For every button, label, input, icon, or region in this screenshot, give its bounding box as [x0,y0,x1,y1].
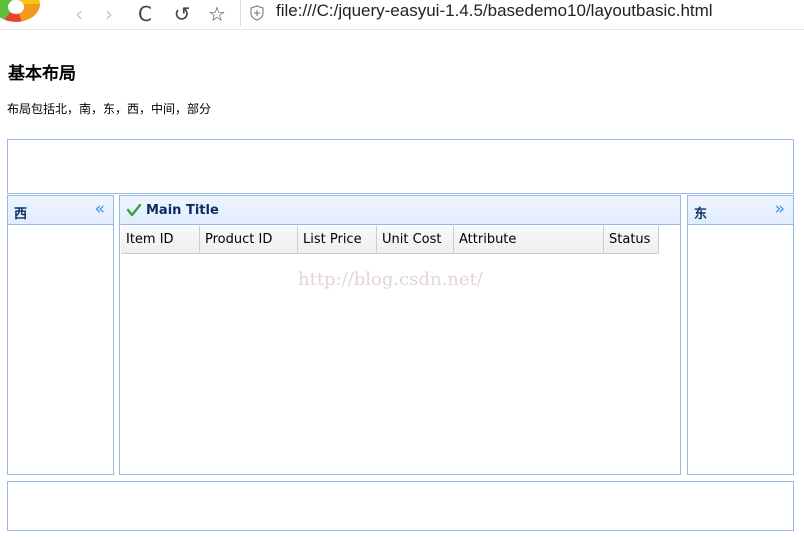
address-separator [240,0,241,26]
layout-east-region: 东 » [687,195,794,475]
address-bar-url[interactable]: file:///C:/jquery-easyui-1.4.5/basedemo1… [276,1,713,21]
page-title: 基本布局 [8,64,76,84]
datagrid-body: http://blog.csdn.net/ [121,255,679,473]
west-panel-title: 西 [14,207,28,222]
layout-center-region: Main Title Item ID Product ID List Price… [119,195,681,475]
bookmark-star-icon[interactable]: ☆ [205,2,229,26]
browser-toolbar: ‹ › C ↺ ☆ file:///C:/jquery-easyui-1.4.5… [0,0,804,30]
collapse-right-icon[interactable]: » [775,199,785,219]
back-icon[interactable]: ‹ [67,2,91,26]
column-header-status[interactable]: Status [604,226,659,254]
center-panel-header: Main Title [120,196,680,225]
page-description: 布局包括北，南，东，西，中间，部分 [7,102,212,116]
datagrid-header: Item ID Product ID List Price Unit Cost … [121,226,659,254]
reload-icon[interactable]: C [133,2,157,26]
column-header-attribute[interactable]: Attribute [454,226,604,254]
watermark-text: http://blog.csdn.net/ [298,269,483,290]
column-header-unit-cost[interactable]: Unit Cost [377,226,454,254]
column-header-item-id[interactable]: Item ID [121,226,200,254]
shield-icon [250,5,264,21]
collapse-left-icon[interactable]: « [95,199,105,219]
column-header-list-price[interactable]: List Price [298,226,377,254]
east-panel-header: 东 » [688,196,793,225]
layout-west-region: 西 « [7,195,114,475]
undo-icon[interactable]: ↺ [170,2,194,26]
east-panel-title: 东 [694,207,708,222]
layout-south-region [7,481,794,531]
forward-icon[interactable]: › [97,2,121,26]
column-header-product-id[interactable]: Product ID [200,226,298,254]
center-panel-title: Main Title [146,203,219,218]
west-panel-header: 西 « [8,196,113,225]
layout-north-region [7,139,794,194]
browser-logo-icon [0,0,40,22]
check-icon [126,203,142,217]
